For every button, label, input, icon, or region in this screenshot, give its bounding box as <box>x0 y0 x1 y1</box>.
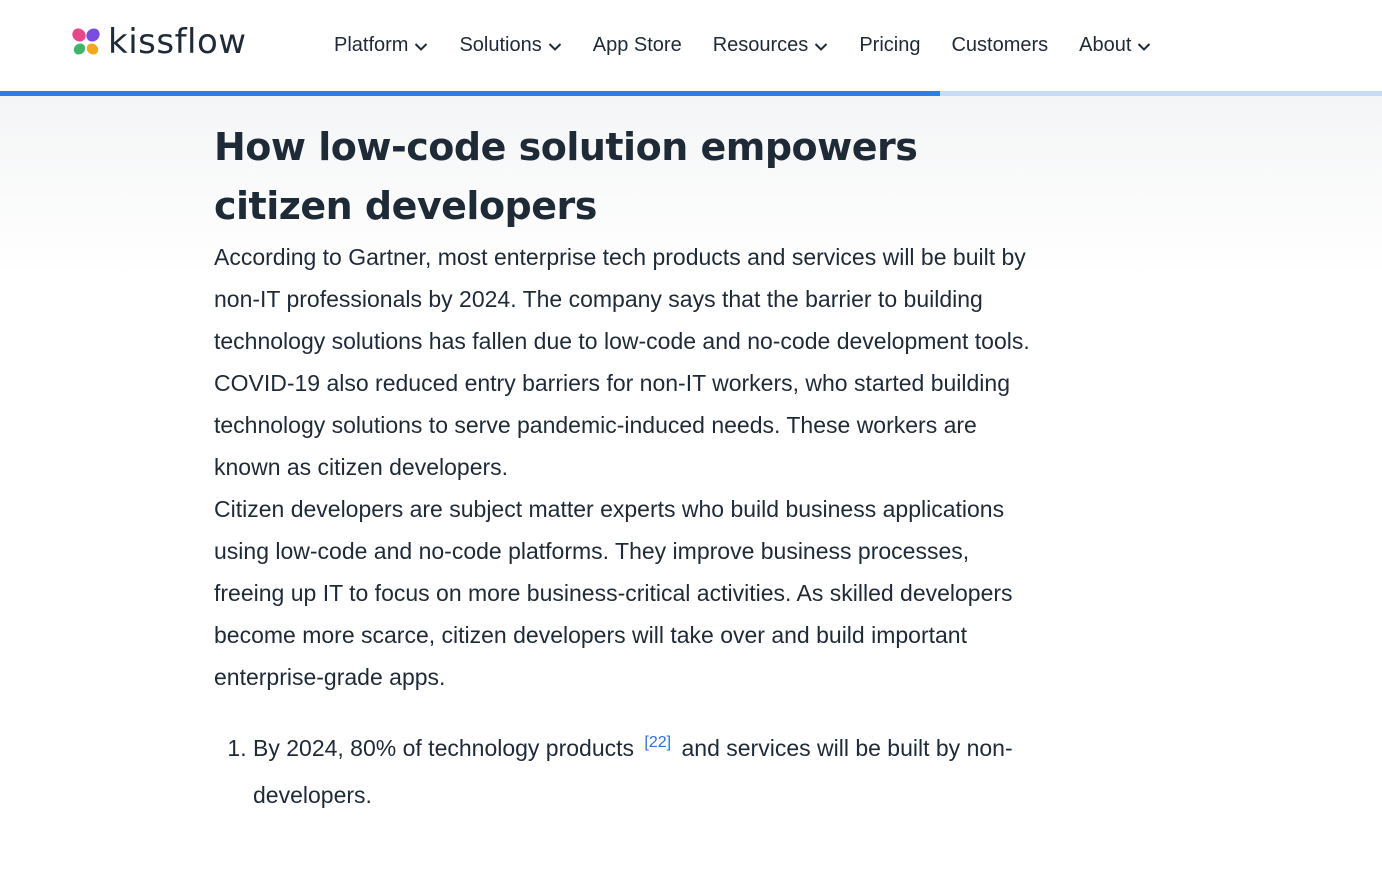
chevron-down-icon <box>1138 42 1151 51</box>
list-item: By 2024, 80% of technology products [22]… <box>253 725 1053 819</box>
citation-link[interactable]: [22] <box>644 734 671 751</box>
chevron-down-icon <box>815 42 828 51</box>
nav-label: App Store <box>592 33 682 56</box>
nav-customers[interactable]: Customers <box>951 34 1048 57</box>
nav-pricing[interactable]: Pricing <box>859 34 920 57</box>
butterfly-logo-icon <box>72 28 100 55</box>
chevron-down-icon <box>548 42 561 51</box>
kissflow-logo[interactable]: kissflow <box>70 22 247 62</box>
nav-label: Customers <box>951 33 1049 56</box>
site-header: kissflow Platform Solutions App Store Re… <box>0 0 1382 91</box>
main-nav: Platform Solutions App Store Resources P… <box>334 30 1182 60</box>
chevron-down-icon <box>415 42 428 51</box>
nav-about[interactable]: About <box>1079 34 1151 57</box>
article-heading: How low-code solution empowers citizen d… <box>214 125 918 228</box>
nav-label: Platform <box>334 33 409 56</box>
nav-label: Resources <box>712 33 809 56</box>
nav-label: Pricing <box>859 33 921 56</box>
nav-label: About <box>1079 33 1132 56</box>
nav-platform[interactable]: Platform <box>334 34 428 57</box>
nav-resources[interactable]: Resources <box>713 34 829 57</box>
nav-label: Solutions <box>459 33 542 56</box>
stats-list: By 2024, 80% of technology products [22]… <box>214 725 1053 819</box>
nav-solutions[interactable]: Solutions <box>459 34 561 57</box>
logo-wordmark: kissflow <box>108 22 247 62</box>
article-paragraph: According to Gartner, most enterprise te… <box>214 244 1030 480</box>
list-item-text: By 2024, 80% of technology products <box>253 735 635 761</box>
nav-app-store[interactable]: App Store <box>593 34 682 57</box>
article-paragraph: Citizen developers are subject matter ex… <box>214 496 1013 690</box>
article-body: How low-code solution empowers citizen d… <box>214 118 1054 819</box>
page: kissflow Platform Solutions App Store Re… <box>0 0 1382 876</box>
